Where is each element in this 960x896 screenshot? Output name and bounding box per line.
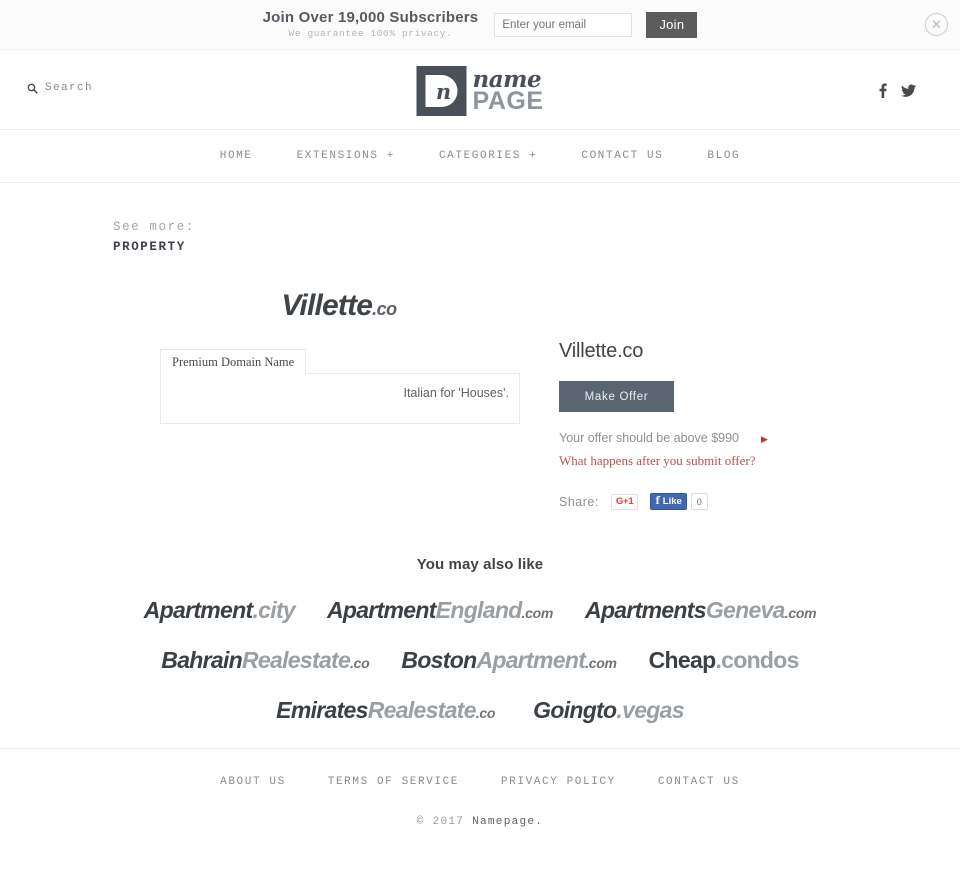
related-domain-dark: Apartment <box>143 597 253 623</box>
nav-item-blog[interactable]: BLOG <box>707 150 740 162</box>
related-domain-light: Realestate <box>242 647 351 673</box>
related-domain-dark: Goingto <box>533 697 617 723</box>
related-domain-dark: Apartments <box>585 597 707 623</box>
google-plus-share-button[interactable]: G+1 <box>610 493 639 510</box>
see-more-label: See more: <box>113 220 195 234</box>
search-icon <box>27 83 38 94</box>
subscribe-bar: Join Over 19,000 Subscribers We guarante… <box>0 0 960 50</box>
copyright-brand: Namepage. <box>472 816 544 828</box>
facebook-f-icon: f <box>655 496 660 507</box>
logo-page-word: PAGE <box>472 87 544 115</box>
facebook-icon[interactable] <box>879 83 887 103</box>
related-domain-tld: .com <box>784 605 817 621</box>
facebook-like-group: f Like 0 <box>650 493 708 510</box>
related-domain-light: .city <box>252 597 295 623</box>
related-domain[interactable]: Goingto.vegas <box>533 695 684 728</box>
subscribe-title: Join Over 19,000 Subscribers <box>262 8 479 26</box>
description-panel: Italian for 'Houses'. <box>160 373 520 424</box>
also-like-row: BahrainRealestate.co BostonApartment.com… <box>0 645 960 678</box>
facebook-like-button[interactable]: f Like <box>650 493 687 510</box>
description-text: Italian for 'Houses'. <box>403 386 509 400</box>
description-block: Premium Domain Name Italian for 'Houses'… <box>160 348 520 424</box>
nav-item-extensions[interactable]: EXTENSIONS + <box>297 150 395 162</box>
close-circle-icon[interactable]: ✕ <box>925 13 948 36</box>
logo-text: name PAGE <box>473 68 544 114</box>
related-domain-dark: Bahrain <box>161 647 243 673</box>
subscribe-text: Join Over 19,000 Subscribers We guarante… <box>263 9 481 41</box>
main-navigation: HOME EXTENSIONS + CATEGORIES + CONTACT U… <box>0 130 960 183</box>
related-domain-tld: .com <box>521 605 554 621</box>
offer-block: Villette.co Make Offer Your offer should… <box>559 340 859 510</box>
related-domain-light: .vegas <box>616 697 684 723</box>
related-domain-dark: Emirates <box>276 697 368 723</box>
logo-mark-letter: n <box>435 78 452 104</box>
related-domain-light: Realestate <box>367 697 477 723</box>
product-logo-name: Villette <box>281 289 373 322</box>
share-label: Share: <box>559 494 599 509</box>
related-domain-dark: Apartment <box>327 597 436 623</box>
related-domain-light: .condos <box>715 647 799 673</box>
related-domain-tld: .co <box>475 705 496 721</box>
see-more-category[interactable]: PROPERTY <box>113 237 960 257</box>
email-field[interactable] <box>494 12 633 37</box>
footer-link-terms-of-service[interactable]: TERMS OF SERVICE <box>328 776 459 788</box>
offer-info-link[interactable]: What happens after you submit offer? <box>559 452 774 469</box>
offer-hint-text: Your offer should be above $990 <box>559 431 740 445</box>
arrow-right-icon: ▶ <box>761 434 768 444</box>
make-offer-button[interactable]: Make Offer <box>559 381 674 412</box>
related-domain[interactable]: EmiratesRealestate.co <box>276 695 495 728</box>
copyright-prefix: © 2017 <box>416 816 473 828</box>
nav-item-contact-us[interactable]: CONTACT US <box>581 150 663 162</box>
facebook-like-label: Like <box>662 496 682 507</box>
logo-mark-inner: n <box>425 75 458 107</box>
related-domain[interactable]: Cheap.condos <box>648 645 800 678</box>
footer-link-about-us[interactable]: ABOUT US <box>220 776 286 788</box>
related-domain-dark: Boston <box>401 647 477 673</box>
subscribe-inner: Join Over 19,000 Subscribers We guarante… <box>263 9 698 41</box>
search-label: Search <box>45 82 94 94</box>
product-area: Premium Domain Name Italian for 'Houses'… <box>0 340 960 528</box>
social-icons <box>879 83 916 103</box>
subscribe-subtitle: We guarantee 100% privacy. <box>288 27 453 39</box>
also-like-row: EmiratesRealestate.co Goingto.vegas <box>0 695 960 728</box>
related-domain[interactable]: ApartmentEngland.com <box>327 595 553 628</box>
nav-item-categories[interactable]: CATEGORIES + <box>439 150 537 162</box>
twitter-icon[interactable] <box>901 84 916 102</box>
footer-link-contact-us[interactable]: CONTACT US <box>658 776 740 788</box>
related-domain-light: England <box>435 597 523 623</box>
offer-hint: Your offer should be above $990 ▶ What h… <box>559 430 774 469</box>
related-domain-tld: .co <box>350 655 370 671</box>
gplus-label: G+1 <box>615 496 634 507</box>
share-row: Share: G+1 f Like 0 <box>559 493 859 510</box>
copyright: © 2017 Namepage. <box>0 816 960 828</box>
tab-premium-domain-name[interactable]: Premium Domain Name <box>160 349 307 374</box>
also-like-row: Apartment.city ApartmentEngland.com Apar… <box>0 595 960 628</box>
related-domain[interactable]: ApartmentsGeneva.com <box>585 595 817 628</box>
see-more-block: See more: PROPERTY <box>0 183 960 257</box>
related-domain-light: Apartment <box>476 647 586 673</box>
nav-item-home[interactable]: HOME <box>220 150 253 162</box>
footer-links: ABOUT US TERMS OF SERVICE PRIVACY POLICY… <box>0 749 960 788</box>
also-like-grid: Apartment.city ApartmentEngland.com Apar… <box>0 595 960 728</box>
logo-mark-icon: n <box>416 66 467 116</box>
site-header: Search n name PAGE <box>0 50 960 130</box>
related-domain[interactable]: BahrainRealestate.co <box>161 645 369 678</box>
related-domain[interactable]: BostonApartment.com <box>401 645 617 678</box>
also-like-title: You may also like <box>416 556 544 573</box>
site-footer: ABOUT US TERMS OF SERVICE PRIVACY POLICY… <box>0 748 960 896</box>
footer-link-privacy-policy[interactable]: PRIVACY POLICY <box>501 776 616 788</box>
join-button[interactable]: Join <box>646 11 698 38</box>
related-domain-tld: .com <box>585 655 617 671</box>
search-button[interactable]: Search <box>27 82 93 94</box>
page-title: Villette.co <box>559 340 644 362</box>
product-logo-tld: .co <box>372 299 397 319</box>
site-logo[interactable]: n name PAGE <box>416 66 544 116</box>
facebook-like-count: 0 <box>690 493 708 510</box>
related-domain-dark: Cheap <box>648 647 716 673</box>
product-logo: Villette.co <box>0 289 960 323</box>
related-domain[interactable]: Apartment.city <box>143 595 296 628</box>
related-domain-light: Geneva <box>705 597 786 623</box>
